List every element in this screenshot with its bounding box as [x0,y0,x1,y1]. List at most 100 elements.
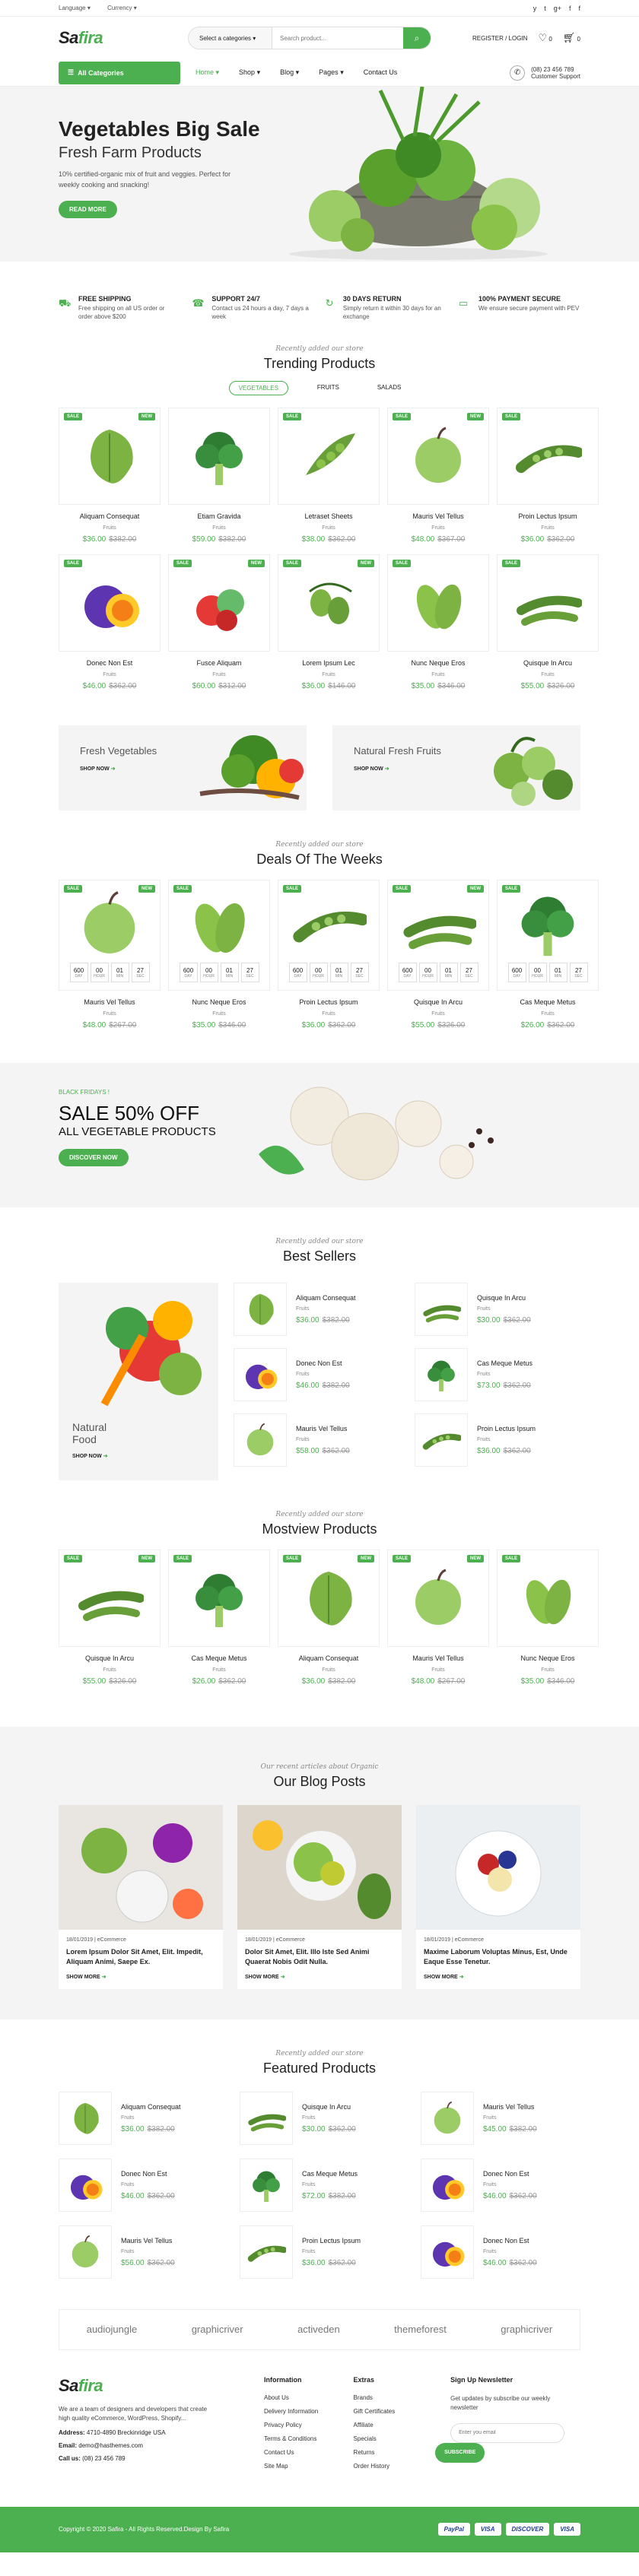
product-image[interactable] [421,2091,474,2145]
mini-product[interactable]: Donec Non Est Fruits $46.00 $382.00 [234,1348,399,1402]
mini-product[interactable]: Donec Non Est Fruits $46.00 $362.00 [59,2158,218,2212]
footer-link[interactable]: Specials [354,2435,421,2442]
product-image[interactable] [415,1348,468,1402]
product-name[interactable]: Etiam Gravida [168,512,270,520]
product-name[interactable]: Nunc Neque Eros [168,998,270,1006]
blog-post-image[interactable] [416,1805,580,1930]
product-image[interactable]: SALE [497,1550,599,1648]
mini-product[interactable]: Cas Meque Metus Fruits $72.00 $382.00 [240,2158,399,2212]
deal-card[interactable]: SALE 600 DAY 00 HOUR 01 MIN 27 SEC Nunc Neque E… [168,880,270,1029]
deal-card[interactable]: SALE NEW 600 DAY 00 HOUR 01 MIN 27 SEC Mauris V… [59,880,161,1029]
tab-fruits[interactable]: FRUITS [308,381,348,395]
footer-link[interactable]: Returns [354,2449,421,2456]
mini-product[interactable]: Proin Lectus Ipsum Fruits $36.00 $362.00 [240,2225,399,2279]
product-name[interactable]: Aliquam Consequat [296,1294,356,1302]
product-name[interactable]: Cas Meque Metus [497,998,599,1006]
product-image[interactable]: SALE 600 DAY 00 HOUR 01 MIN 27 SEC [278,880,380,991]
tab-salads[interactable]: SALADS [368,381,411,395]
natural-food-banner[interactable]: Natural Food SHOP NOW ➜ [59,1283,218,1481]
blog-post-image[interactable] [59,1805,223,1930]
product-image[interactable] [415,1283,468,1337]
product-name[interactable]: Letraset Sheets [278,512,380,520]
footer-link[interactable]: Gift Certificates [354,2408,421,2415]
tab-vegetables[interactable]: VEGETABLES [228,381,288,396]
brand-logo[interactable]: activeden [297,2324,340,2335]
nav-contact[interactable]: Contact Us [364,68,398,77]
product-card[interactable]: SALE NEW Mauris Vel Tellus Fruits $48.00… [387,1550,489,1686]
product-name[interactable]: Nunc Neque Eros [497,1654,599,1662]
product-image[interactable] [234,1348,287,1402]
all-categories-button[interactable]: ☰ All Categories [59,61,180,84]
product-name[interactable]: Cas Meque Metus [302,2170,358,2178]
footer-logo[interactable]: Safira [59,2376,188,2396]
search-button[interactable]: ⌕ [403,27,431,49]
currency-select[interactable]: Currency ▾ [107,5,137,11]
show-more-link[interactable]: SHOW MORE ➜ [245,1974,394,1980]
product-name[interactable]: Donec Non Est [483,2237,537,2244]
product-card[interactable]: SALE NEW Fusce Aliquam Fruits $60.00 $312… [168,554,270,690]
blog-post-title[interactable]: Maxime Laborum Voluptas Minus, Est, Unde… [424,1947,573,1965]
product-card[interactable]: SALE NEW Mauris Vel Tellus Fruits $48.00… [387,408,489,544]
discover-now-button[interactable]: DISCOVER NOW [59,1149,129,1167]
search-category-select[interactable]: Select a categories ▾ [189,27,272,49]
product-name[interactable]: Donec Non Est [59,659,161,667]
product-card[interactable]: SALE NEW Aliquam Consequat Fruits $36.00… [278,1550,380,1686]
mini-product[interactable]: Cas Meque Metus Fruits $73.00 $362.00 [415,1348,580,1402]
facebook-icon[interactable]: f [578,5,580,12]
footer-link[interactable]: Privacy Policy [264,2422,331,2428]
product-card[interactable]: SALE Proin Lectus Ipsum Fruits $36.00 $36… [497,408,599,544]
product-name[interactable]: Donec Non Est [121,2170,175,2178]
product-image[interactable]: SALE NEW [387,1550,489,1648]
language-select[interactable]: Language ▾ [59,5,91,11]
nav-blog[interactable]: Blog ▾ [280,68,299,77]
blog-post-title[interactable]: Lorem Ipsum Dolor Sit Amet, Elit. Impedi… [66,1947,215,1965]
product-image[interactable]: SALE NEW 600 DAY 00 HOUR 01 MIN 27 SEC [59,880,161,991]
product-image[interactable] [234,1283,287,1337]
product-image[interactable]: SALE NEW [168,554,270,652]
product-name[interactable]: Quisque In Arcu [59,1654,161,1662]
product-image[interactable] [168,408,270,506]
hero-read-more-button[interactable]: READ MORE [59,201,117,218]
mini-product[interactable]: Proin Lectus Ipsum Fruits $36.00 $362.00 [415,1413,580,1467]
product-image[interactable]: SALE NEW [278,554,380,652]
product-name[interactable]: Nunc Neque Eros [387,659,489,667]
product-image[interactable]: SALE NEW [387,408,489,506]
blog-post-title[interactable]: Dolor Sit Amet, Elit. Illo Iste Sed Anim… [245,1947,394,1965]
product-card[interactable]: SALE NEW Aliquam Consequat Fruits $36.00… [59,408,161,544]
product-card[interactable]: SALE Nunc Neque Eros Fruits $35.00 $346.0… [497,1550,599,1686]
show-more-link[interactable]: SHOW MORE ➜ [66,1974,215,1980]
product-name[interactable]: Cas Meque Metus [477,1359,532,1367]
mini-product[interactable]: Mauris Vel Tellus Fruits $56.00 $362.00 [59,2225,218,2279]
facebook-icon[interactable]: f [569,5,571,12]
mini-product[interactable]: Donec Non Est Fruits $46.00 $362.00 [421,2158,580,2212]
product-name[interactable]: Proin Lectus Ipsum [477,1425,536,1432]
newsletter-email-input[interactable] [450,2422,565,2443]
logo[interactable]: Safira [59,28,188,48]
mini-product[interactable]: Donec Non Est Fruits $46.00 $362.00 [421,2225,580,2279]
footer-link[interactable]: Order History [354,2463,421,2470]
google-plus-icon[interactable]: g+ [554,5,561,12]
subscribe-button[interactable]: SUBSCRIBE [435,2442,485,2463]
mini-product[interactable]: Mauris Vel Tellus Fruits $45.00 $382.00 [421,2091,580,2145]
product-image[interactable]: SALE NEW [278,1550,380,1648]
product-name[interactable]: Donec Non Est [296,1359,350,1367]
product-image[interactable] [240,2225,293,2279]
mini-product[interactable]: Aliquam Consequat Fruits $36.00 $382.00 [59,2091,218,2145]
product-image[interactable] [59,2225,112,2279]
youtube-icon[interactable]: y [533,5,537,12]
product-name[interactable]: Aliquam Consequat [59,512,161,520]
product-name[interactable]: Mauris Vel Tellus [483,2103,537,2111]
nav-shop[interactable]: Shop ▾ [239,68,260,77]
product-card[interactable]: SALE Letraset Sheets Fruits $38.00 $362.0… [278,408,380,544]
product-image[interactable] [415,1413,468,1467]
product-image[interactable] [240,2091,293,2145]
product-image[interactable]: SALE [387,554,489,652]
footer-link[interactable]: Site Map [264,2463,331,2470]
show-more-link[interactable]: SHOW MORE ➜ [424,1974,573,1980]
blog-post-card[interactable]: 18/01/2019 | eCommerce Maxime Laborum Vo… [416,1805,580,1989]
product-card[interactable]: Etiam Gravida Fruits $59.00 $382.00 [168,408,270,544]
product-name[interactable]: Donec Non Est [483,2170,537,2178]
promo-banner-vegetables[interactable]: Fresh Vegetables SHOP NOW ➜ [59,725,307,811]
deal-card[interactable]: SALE 600 DAY 00 HOUR 01 MIN 27 SEC Proin Lectus… [278,880,380,1029]
product-card[interactable]: SALE NEW Lorem Ipsum Lec Fruits $36.00 $1… [278,554,380,690]
